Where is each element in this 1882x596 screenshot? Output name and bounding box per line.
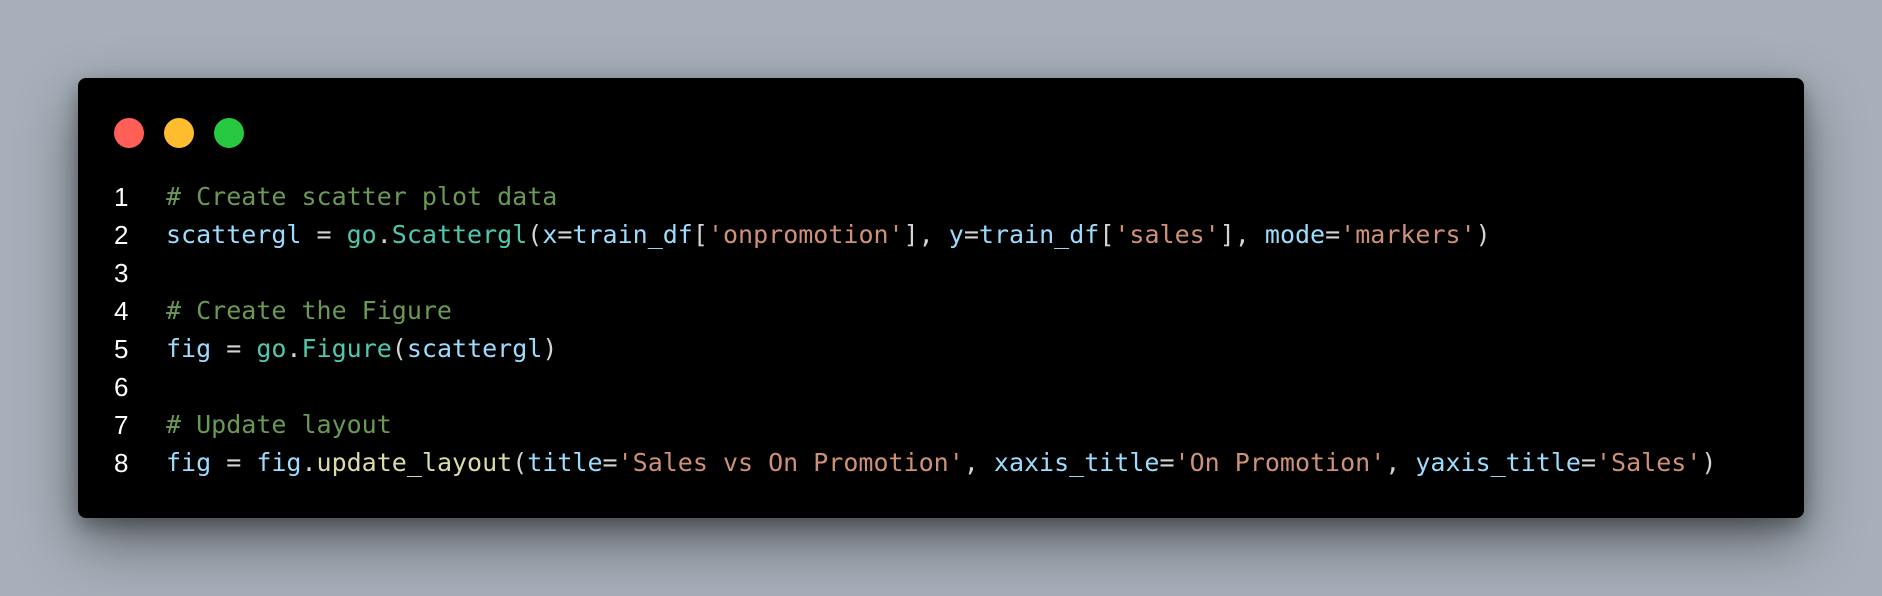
code-token-string: 'Sales vs On Promotion' [617, 448, 964, 477]
code-text: fig = go.Figure(scattergl) [166, 330, 557, 368]
zoom-dot-icon[interactable] [214, 118, 244, 148]
code-token-operator: , [1385, 448, 1416, 477]
code-token-string: 'Sales' [1596, 448, 1702, 477]
code-text: # Create the Figure [166, 292, 452, 330]
code-token-function: update_layout [316, 448, 513, 477]
code-line: 1 # Create scatter plot data [114, 178, 1716, 216]
code-line: 2 scattergl = go.Scattergl(x=train_df['on… [114, 216, 1716, 254]
code-line: 6 [114, 368, 1716, 406]
code-token-operator: = [211, 334, 257, 363]
code-token-operator: ( [512, 448, 528, 477]
code-token-variable: y [948, 220, 964, 249]
code-token-variable: train_df [572, 220, 693, 249]
code-token-variable: train_df [978, 220, 1100, 249]
code-token-operator: ], [1219, 220, 1265, 249]
code-token-comment: # Create the Figure [166, 296, 452, 325]
code-token-variable: x [542, 220, 558, 249]
code-block: 1 # Create scatter plot data 2 scattergl = … [114, 178, 1716, 482]
code-line: 5 fig = go.Figure(scattergl) [114, 330, 1716, 368]
code-token-operator: = [1325, 220, 1341, 249]
code-token-operator: . [301, 448, 317, 477]
code-token-module: go [346, 220, 377, 249]
line-number: 8 [114, 448, 129, 478]
window-controls [114, 118, 244, 148]
code-token-operator: = [963, 220, 979, 249]
line-number: 5 [114, 334, 129, 364]
code-token-operator: ) [1475, 220, 1491, 249]
code-token-variable: fig [166, 334, 212, 363]
code-token-variable: xaxis_title [993, 448, 1160, 477]
code-token-operator: = [602, 448, 618, 477]
code-token-string: 'markers' [1340, 220, 1476, 249]
code-token-operator: = [557, 220, 573, 249]
code-token-variable: mode [1264, 220, 1326, 249]
code-token-comment: # Create scatter plot data [166, 182, 558, 211]
line-number: 2 [114, 220, 129, 250]
code-token-variable: scattergl [406, 334, 543, 363]
line-number: 1 [114, 182, 129, 212]
line-number: 4 [114, 296, 129, 326]
code-token-module: go [256, 334, 287, 363]
code-token-variable: yaxis_title [1415, 448, 1581, 477]
code-line: 4 # Create the Figure [114, 292, 1716, 330]
code-token-operator: = [301, 220, 347, 249]
code-text: scattergl = go.Scattergl(x=train_df['onp… [166, 216, 1491, 254]
code-token-operator: ( [527, 220, 543, 249]
code-token-variable: scattergl [166, 220, 302, 249]
minimize-dot-icon[interactable] [164, 118, 194, 148]
code-token-variable: title [527, 448, 603, 477]
code-text: # Update layout [166, 406, 392, 444]
code-token-variable: fig [166, 448, 212, 477]
code-token-module: Figure [301, 334, 392, 363]
code-token-string: 'onpromotion' [707, 220, 904, 249]
code-token-variable: fig [256, 448, 302, 477]
code-text: # Create scatter plot data [166, 178, 557, 216]
code-line: 3 [114, 254, 1716, 292]
code-text: fig = fig.update_layout(title='Sales vs … [166, 444, 1716, 482]
code-token-operator: ( [391, 334, 407, 363]
code-token-operator: = [1159, 448, 1175, 477]
code-token-operator: [ [692, 220, 708, 249]
code-line: 8 fig = fig.update_layout(title='Sales vs… [114, 444, 1716, 482]
code-window: 1 # Create scatter plot data 2 scattergl = … [78, 78, 1804, 518]
line-number: 7 [114, 410, 129, 440]
code-token-string: 'On Promotion' [1174, 448, 1386, 477]
code-token-operator: = [211, 448, 257, 477]
code-token-comment: # Update layout [166, 410, 392, 439]
code-token-operator: . [376, 220, 392, 249]
code-token-operator: , [963, 448, 994, 477]
code-token-operator: ], [903, 220, 949, 249]
line-number: 6 [114, 372, 129, 402]
close-dot-icon[interactable] [114, 118, 144, 148]
code-line: 7 # Update layout [114, 406, 1716, 444]
code-token-operator: . [286, 334, 302, 363]
code-token-operator: [ [1099, 220, 1115, 249]
code-token-string: 'sales' [1114, 220, 1220, 249]
code-token-operator: ) [542, 334, 558, 363]
code-token-operator: ) [1701, 448, 1717, 477]
code-token-module: Scattergl [391, 220, 528, 249]
code-token-operator: = [1580, 448, 1596, 477]
line-number: 3 [114, 258, 129, 288]
